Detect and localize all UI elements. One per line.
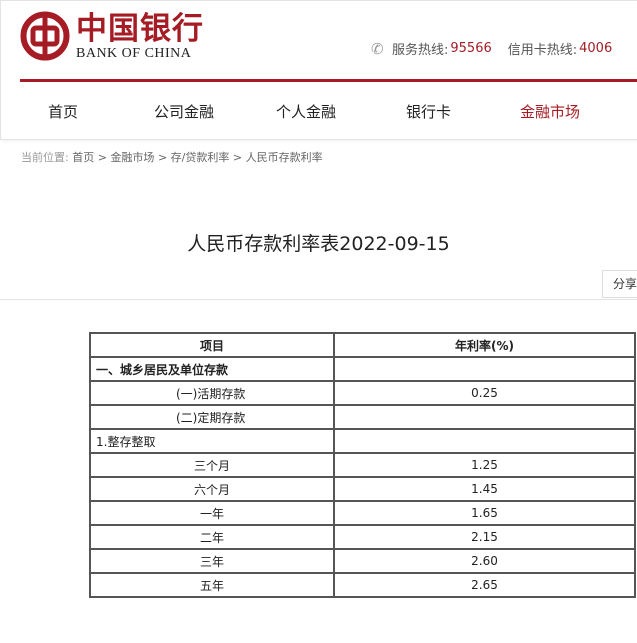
table-row: 一、城乡居民及单位存款	[89, 356, 636, 382]
table-header-row: 项目 年利率(%)	[89, 332, 636, 358]
content-divider	[0, 299, 637, 300]
breadcrumb-home[interactable]: 首页	[72, 151, 94, 164]
table-row: (一)活期存款 0.25	[89, 380, 636, 406]
table-row: 三年 2.60	[89, 548, 636, 574]
card-hotline-label: 信用卡热线:	[507, 43, 578, 58]
row-rate: 2.60	[333, 548, 636, 574]
row-item: (一)活期存款	[89, 380, 335, 406]
header-rate: 年利率(%)	[333, 332, 636, 358]
row-rate: 1.45	[333, 476, 636, 502]
page-title: 人民币存款利率表2022-09-15	[187, 233, 450, 255]
table-row: (二)定期存款	[89, 404, 636, 430]
logo-chinese-name: 中国银行	[76, 10, 204, 47]
row-rate: 0.25	[333, 380, 636, 406]
row-item: 二年	[89, 524, 335, 550]
table-row: 五年 2.65	[89, 572, 636, 598]
table-row: 三个月 1.25	[89, 452, 636, 478]
breadcrumb-label: 当前位置:	[21, 151, 69, 164]
row-item: 三个月	[89, 452, 335, 478]
table-row: 一年 1.65	[89, 500, 636, 526]
breadcrumb-rates[interactable]: 存/贷款利率	[171, 151, 230, 164]
bank-logo[interactable]: 中国银行 BANK OF CHINA	[20, 11, 204, 61]
nav-item-bank-card[interactable]: 银行卡	[406, 101, 451, 122]
nav-item-corporate[interactable]: 公司金融	[154, 101, 214, 122]
row-item: 一年	[89, 500, 335, 526]
card-hotline-number: 4006	[579, 41, 613, 56]
table-row: 二年 2.15	[89, 524, 636, 550]
header-item: 项目	[89, 332, 335, 358]
boc-logo-icon	[20, 11, 70, 61]
row-item: (二)定期存款	[89, 404, 335, 430]
breadcrumb: 当前位置: 首页 > 金融市场 > 存/贷款利率 > 人民币存款利率	[21, 149, 323, 165]
nav-item-personal[interactable]: 个人金融	[276, 101, 336, 122]
breadcrumb-separator: >	[232, 151, 243, 164]
row-item: 1.整存整取	[89, 428, 335, 454]
row-rate: 1.25	[333, 452, 636, 478]
row-item: 五年	[89, 572, 335, 598]
breadcrumb-financial-markets[interactable]: 金融市场	[110, 151, 154, 164]
phone-icon: ✆	[371, 39, 384, 58]
row-rate: 2.65	[333, 572, 636, 598]
hotlines: ✆ 服务热线: 95566 信用卡热线: 4006	[371, 39, 613, 59]
nav-item-home[interactable]: 首页	[48, 101, 78, 122]
table-row: 1.整存整取	[89, 428, 636, 454]
table-row: 六个月 1.45	[89, 476, 636, 502]
row-rate: 2.15	[333, 524, 636, 550]
row-item: 三年	[89, 548, 335, 574]
breadcrumb-separator: >	[157, 151, 168, 164]
row-rate: 1.65	[333, 500, 636, 526]
share-button[interactable]: 分享	[602, 270, 637, 298]
row-item: 一、城乡居民及单位存款	[89, 356, 335, 382]
header-divider	[20, 79, 637, 82]
deposit-rate-table: 项目 年利率(%) 一、城乡居民及单位存款 (一)活期存款 0.25 (二)定期…	[89, 332, 636, 598]
row-rate	[333, 428, 636, 454]
row-item: 六个月	[89, 476, 335, 502]
breadcrumb-current: 人民币存款利率	[245, 151, 323, 164]
site-header: 中国银行 BANK OF CHINA ✆ 服务热线: 95566 信用卡热线: …	[0, 0, 637, 140]
nav-item-financial-markets[interactable]: 金融市场	[520, 101, 580, 122]
row-rate	[333, 404, 636, 430]
service-hotline-number: 95566	[450, 41, 492, 56]
logo-english-name: BANK OF CHINA	[76, 45, 192, 61]
service-hotline-label: 服务热线:	[392, 43, 449, 58]
breadcrumb-separator: >	[97, 151, 107, 164]
row-rate	[333, 356, 636, 382]
